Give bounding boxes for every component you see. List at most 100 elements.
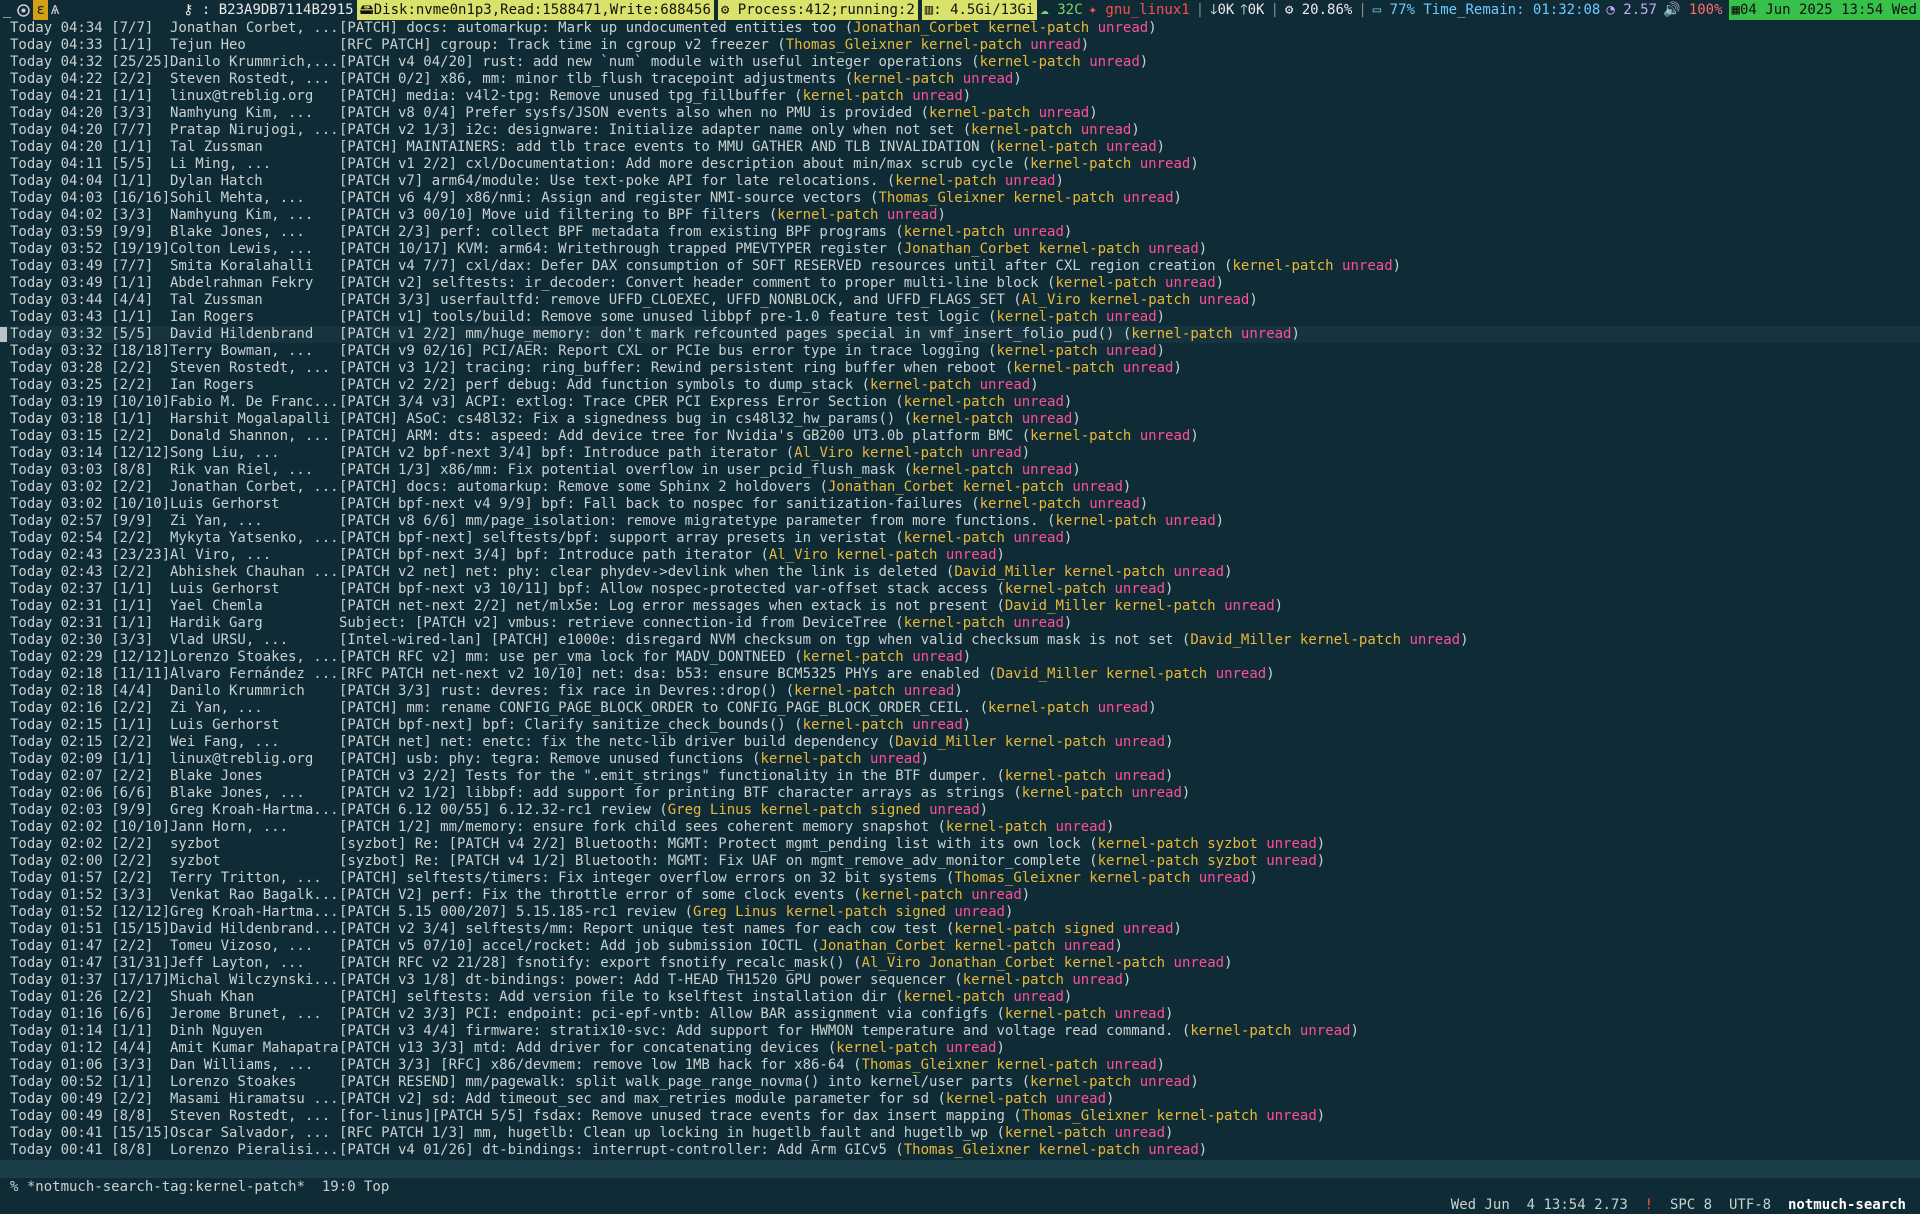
date-time[interactable]: ▦ 04 Jun 2025 13:54 Wed xyxy=(1728,0,1920,20)
search-result-row[interactable]: Today 01:52 [3/3] Venkat Rao Bagalk...[PA… xyxy=(0,887,1920,904)
row-date-count: Today 02:02 [2/2] xyxy=(10,836,170,853)
cloud-icon: ☁ xyxy=(1040,2,1049,18)
search-result-row[interactable]: Today 01:52 [12/12]Greg Kroah-Hartma...[… xyxy=(0,904,1920,921)
search-result-row[interactable]: Today 04:03 [16/16]Sohil Mehta, ... [PATC… xyxy=(0,190,1920,207)
search-result-row[interactable]: Today 02:43 [23/23]Al Viro, ... [PATCH bp… xyxy=(0,547,1920,564)
search-result-row[interactable]: Today 04:20 [1/1] Tal Zussman [PATCH] MAIN… xyxy=(0,139,1920,156)
search-result-row[interactable]: Today 04:21 [1/1] linux@treblig.org [PATCH… xyxy=(0,88,1920,105)
tags-open: ( xyxy=(861,190,879,206)
search-result-row[interactable]: Today 03:59 [9/9] Blake Jones, ... [PATCH … xyxy=(0,224,1920,241)
search-result-row[interactable]: Today 00:41 [15/15]Oscar Salvador, ... [R… xyxy=(0,1125,1920,1142)
search-result-row[interactable]: Today 03:25 [2/2] Ian Rogers [PATCH v2 2/2… xyxy=(0,377,1920,394)
search-result-row[interactable]: Today 02:37 [1/1] Luis Gerhorst [PATCH bpf… xyxy=(0,581,1920,598)
search-result-row[interactable]: Today 02:07 [2/2] Blake Jones [PATCH v3 2/… xyxy=(0,768,1920,785)
search-result-row[interactable]: Today 02:09 [1/1] linux@treblig.org [PATCH… xyxy=(0,751,1920,768)
search-result-row[interactable]: Today 01:16 [6/6] Jerome Brunet, ... [PATC… xyxy=(0,1006,1920,1023)
search-result-row[interactable]: Today 04:20 [7/7] Pratap Nirujogi, ...[PA… xyxy=(0,122,1920,139)
search-result-row[interactable]: Today 03:32 [5/5] David Hildenbrand [PATCH… xyxy=(0,326,1920,343)
search-result-row[interactable]: Today 01:12 [4/4] Amit Kumar Mahapatra[PA… xyxy=(0,1040,1920,1057)
search-result-row[interactable]: Today 03:49 [1/1] Abdelrahman Fekry [PATCH… xyxy=(0,275,1920,292)
search-result-row[interactable]: Today 04:33 [1/1] Tejun Heo [RFC PATCH] cg… xyxy=(0,37,1920,54)
search-result-row[interactable]: Today 02:54 [2/2] Mykyta Yatsenko, ...[PA… xyxy=(0,530,1920,547)
search-result-row[interactable]: Today 04:02 [3/3] Namhyung Kim, ... [PATCH… xyxy=(0,207,1920,224)
tags-open: ( xyxy=(1013,156,1031,172)
search-result-row[interactable]: Today 03:49 [7/7] Smita Koralahalli [PATCH… xyxy=(0,258,1920,275)
search-result-row[interactable]: Today 01:14 [1/1] Dinh Nguyen [PATCH v3 4/… xyxy=(0,1023,1920,1040)
search-result-row[interactable]: Today 02:16 [2/2] Zi Yan, ... [PATCH] mm: … xyxy=(0,700,1920,717)
row-subject: [PATCH 6.12 00/55] 6.12.32-rc1 review xyxy=(339,802,651,818)
search-result-row[interactable]: Today 02:29 [12/12]Lorenzo Stoakes, ...[… xyxy=(0,649,1920,666)
tags-open: ( xyxy=(988,581,1005,597)
search-result-row[interactable]: Today 03:14 [12/12]Song Liu, ... [PATCH v… xyxy=(0,445,1920,462)
search-result-row[interactable]: Today 02:18 [11/11]Álvaro Fernández ...[… xyxy=(0,666,1920,683)
wifi-status: ✦ gnu_linux1 xyxy=(1086,0,1193,20)
tags-close: ) xyxy=(1063,224,1073,240)
search-result-row[interactable]: Today 01:47 [2/2] Tomeu Vizoso, ... [PATCH… xyxy=(0,938,1920,955)
tags-close: ) xyxy=(1173,921,1182,937)
search-result-row[interactable]: Today 02:31 [1/1] Yael Chemla [PATCH net-n… xyxy=(0,598,1920,615)
search-result-row[interactable]: Today 02:15 [1/1] Luis Gerhorst [PATCH bpf… xyxy=(0,717,1920,734)
tag-linus: Linus xyxy=(709,802,753,818)
mode-line: % *notmuch-search-tag:kernel-patch* 19:0… xyxy=(0,1160,1920,1213)
search-result-row[interactable]: Today 02:31 [1/1] Hardik Garg Subject: [PA… xyxy=(0,615,1920,632)
search-result-row[interactable]: Today 03:19 [10/10]Fabio M. De Franc...[… xyxy=(0,394,1920,411)
search-result-row[interactable]: Today 03:43 [1/1] Ian Rogers [PATCH v1] to… xyxy=(0,309,1920,326)
search-result-row[interactable]: Today 01:51 [15/15]David Hildenbrand...[… xyxy=(0,921,1920,938)
search-result-row[interactable]: Today 02:43 [2/2] Abhishek Chauhan ...[PA… xyxy=(0,564,1920,581)
ghost-icon[interactable]: Ѧ xyxy=(48,0,62,20)
row-subject: [PATCH v4 04/20] rust: add new `num` mod… xyxy=(339,54,963,70)
row-authors: Masami Hiramatsu ... xyxy=(170,1091,339,1107)
search-result-row[interactable]: Today 02:02 [2/2] syzbot [syzbot] Re: [PAT… xyxy=(0,836,1920,853)
tags-open: ( xyxy=(937,870,955,886)
row-date-count: Today 02:18 [11/11] xyxy=(10,666,170,683)
search-result-row[interactable]: Today 02:30 [3/3] Vlad URSU, ... [Intel-wi… xyxy=(0,632,1920,649)
emacs-workspace-tab[interactable]: ε xyxy=(33,0,48,20)
workspace-icon[interactable] xyxy=(14,0,33,20)
search-result-row[interactable]: Today 00:49 [8/8] Steven Rostedt, ... [for… xyxy=(0,1108,1920,1125)
search-result-row[interactable]: Today 01:47 [31/31]Jeff Layton, ... [PATC… xyxy=(0,955,1920,972)
search-result-row[interactable]: Today 03:52 [19/19]Colton Lewis, ... [PAT… xyxy=(0,241,1920,258)
tags-open: ( xyxy=(1004,1108,1022,1124)
tags-close: ) xyxy=(1055,173,1064,189)
search-result-row[interactable]: Today 00:41 [8/8] Lorenzo Pieralisi...[PA… xyxy=(0,1142,1920,1159)
search-result-row[interactable]: Today 00:49 [2/2] Masami Hiramatsu ...[PA… xyxy=(0,1091,1920,1108)
search-result-row[interactable]: Today 01:57 [2/2] Terry Tritton, ... [PATC… xyxy=(0,870,1920,887)
search-result-row[interactable]: Today 02:15 [2/2] Wei Fang, ... [PATCH net… xyxy=(0,734,1920,751)
search-result-row[interactable]: Today 02:03 [9/9] Greg Kroah-Hartma...[PA… xyxy=(0,802,1920,819)
search-result-row[interactable]: Today 03:32 [18/18]Terry Bowman, ... [PAT… xyxy=(0,343,1920,360)
search-result-row[interactable]: Today 02:00 [2/2] syzbot [syzbot] Re: [PAT… xyxy=(0,853,1920,870)
search-result-row[interactable]: Today 03:44 [4/4] Tal Zussman [PATCH 3/3] … xyxy=(0,292,1920,309)
search-result-row[interactable]: Today 03:03 [8/8] Rik van Riel, ... [PATCH… xyxy=(0,462,1920,479)
row-count: [3/3] xyxy=(111,1057,154,1073)
search-result-row[interactable]: Today 04:20 [3/3] Namhyung Kim, ... [PATCH… xyxy=(0,105,1920,122)
search-result-row[interactable]: Today 04:11 [5/5] Li Ming, ... [PATCH v1 2… xyxy=(0,156,1920,173)
tag-kernel-patch: kernel-patch xyxy=(945,1091,1048,1107)
search-result-row[interactable]: Today 04:22 [2/2] Steven Rostedt, ... [PAT… xyxy=(0,71,1920,88)
search-result-row[interactable]: Today 03:02 [10/10]Luis Gerhorst [PATCH b… xyxy=(0,496,1920,513)
search-result-row[interactable]: Today 04:34 [7/7] Jonathan Corbet, ...[PA… xyxy=(0,20,1920,37)
search-result-row[interactable]: Today 01:37 [17/17]Michal Wilczynski...[… xyxy=(0,972,1920,989)
row-count: [2/2] xyxy=(111,360,154,376)
search-result-row[interactable]: Today 02:57 [9/9] Zi Yan, ... [PATCH v8 6/… xyxy=(0,513,1920,530)
search-result-row[interactable]: Today 01:06 [3/3] Dan Williams, ... [PATCH… xyxy=(0,1057,1920,1074)
search-result-row[interactable]: Today 02:06 [6/6] Blake Jones, ... [PATCH … xyxy=(0,785,1920,802)
row-date-count: Today 01:26 [2/2] xyxy=(10,989,170,1006)
tag-kernel-patch: kernel-patch xyxy=(785,904,887,920)
row-date: Today 04:04 xyxy=(10,173,103,189)
search-result-row[interactable]: Today 04:04 [1/1] Dylan Hatch [PATCH v7] a… xyxy=(0,173,1920,190)
search-result-row[interactable]: Today 00:52 [1/1] Lorenzo Stoakes [PATCH R… xyxy=(0,1074,1920,1091)
terminal-icon[interactable]: _ xyxy=(0,0,14,20)
search-result-row[interactable]: Today 01:26 [2/2] Shuah Khan [PATCH] selft… xyxy=(0,989,1920,1006)
volume-status[interactable]: 🔊 100% xyxy=(1660,0,1726,20)
search-result-row[interactable]: Today 02:18 [4/4] Danilo Krummrich [PATCH … xyxy=(0,683,1920,700)
search-results-list[interactable]: Today 04:34 [7/7] Jonathan Corbet, ...[PA… xyxy=(0,20,1920,1159)
row-subject: [PATCH net-next 2/2] net/mlx5e: Log erro… xyxy=(339,598,989,614)
search-result-row[interactable]: Today 03:18 [1/1] Harshit Mogalapalli [PAT… xyxy=(0,411,1920,428)
row-date: Today 01:37 xyxy=(10,972,103,988)
search-result-row[interactable]: Today 03:28 [2/2] Steven Rostedt, ... [PAT… xyxy=(0,360,1920,377)
search-result-row[interactable]: Today 02:02 [10/10]Jann Horn, ... [PATCH … xyxy=(0,819,1920,836)
search-result-row[interactable]: Today 04:32 [25/25]Danilo Krummrich,...[… xyxy=(0,54,1920,71)
search-result-row[interactable]: Today 03:15 [2/2] Donald Shannon, ... [PAT… xyxy=(0,428,1920,445)
row-count: [12/12] xyxy=(111,904,171,920)
search-result-row[interactable]: Today 03:02 [2/2] Jonathan Corbet, ...[PA… xyxy=(0,479,1920,496)
